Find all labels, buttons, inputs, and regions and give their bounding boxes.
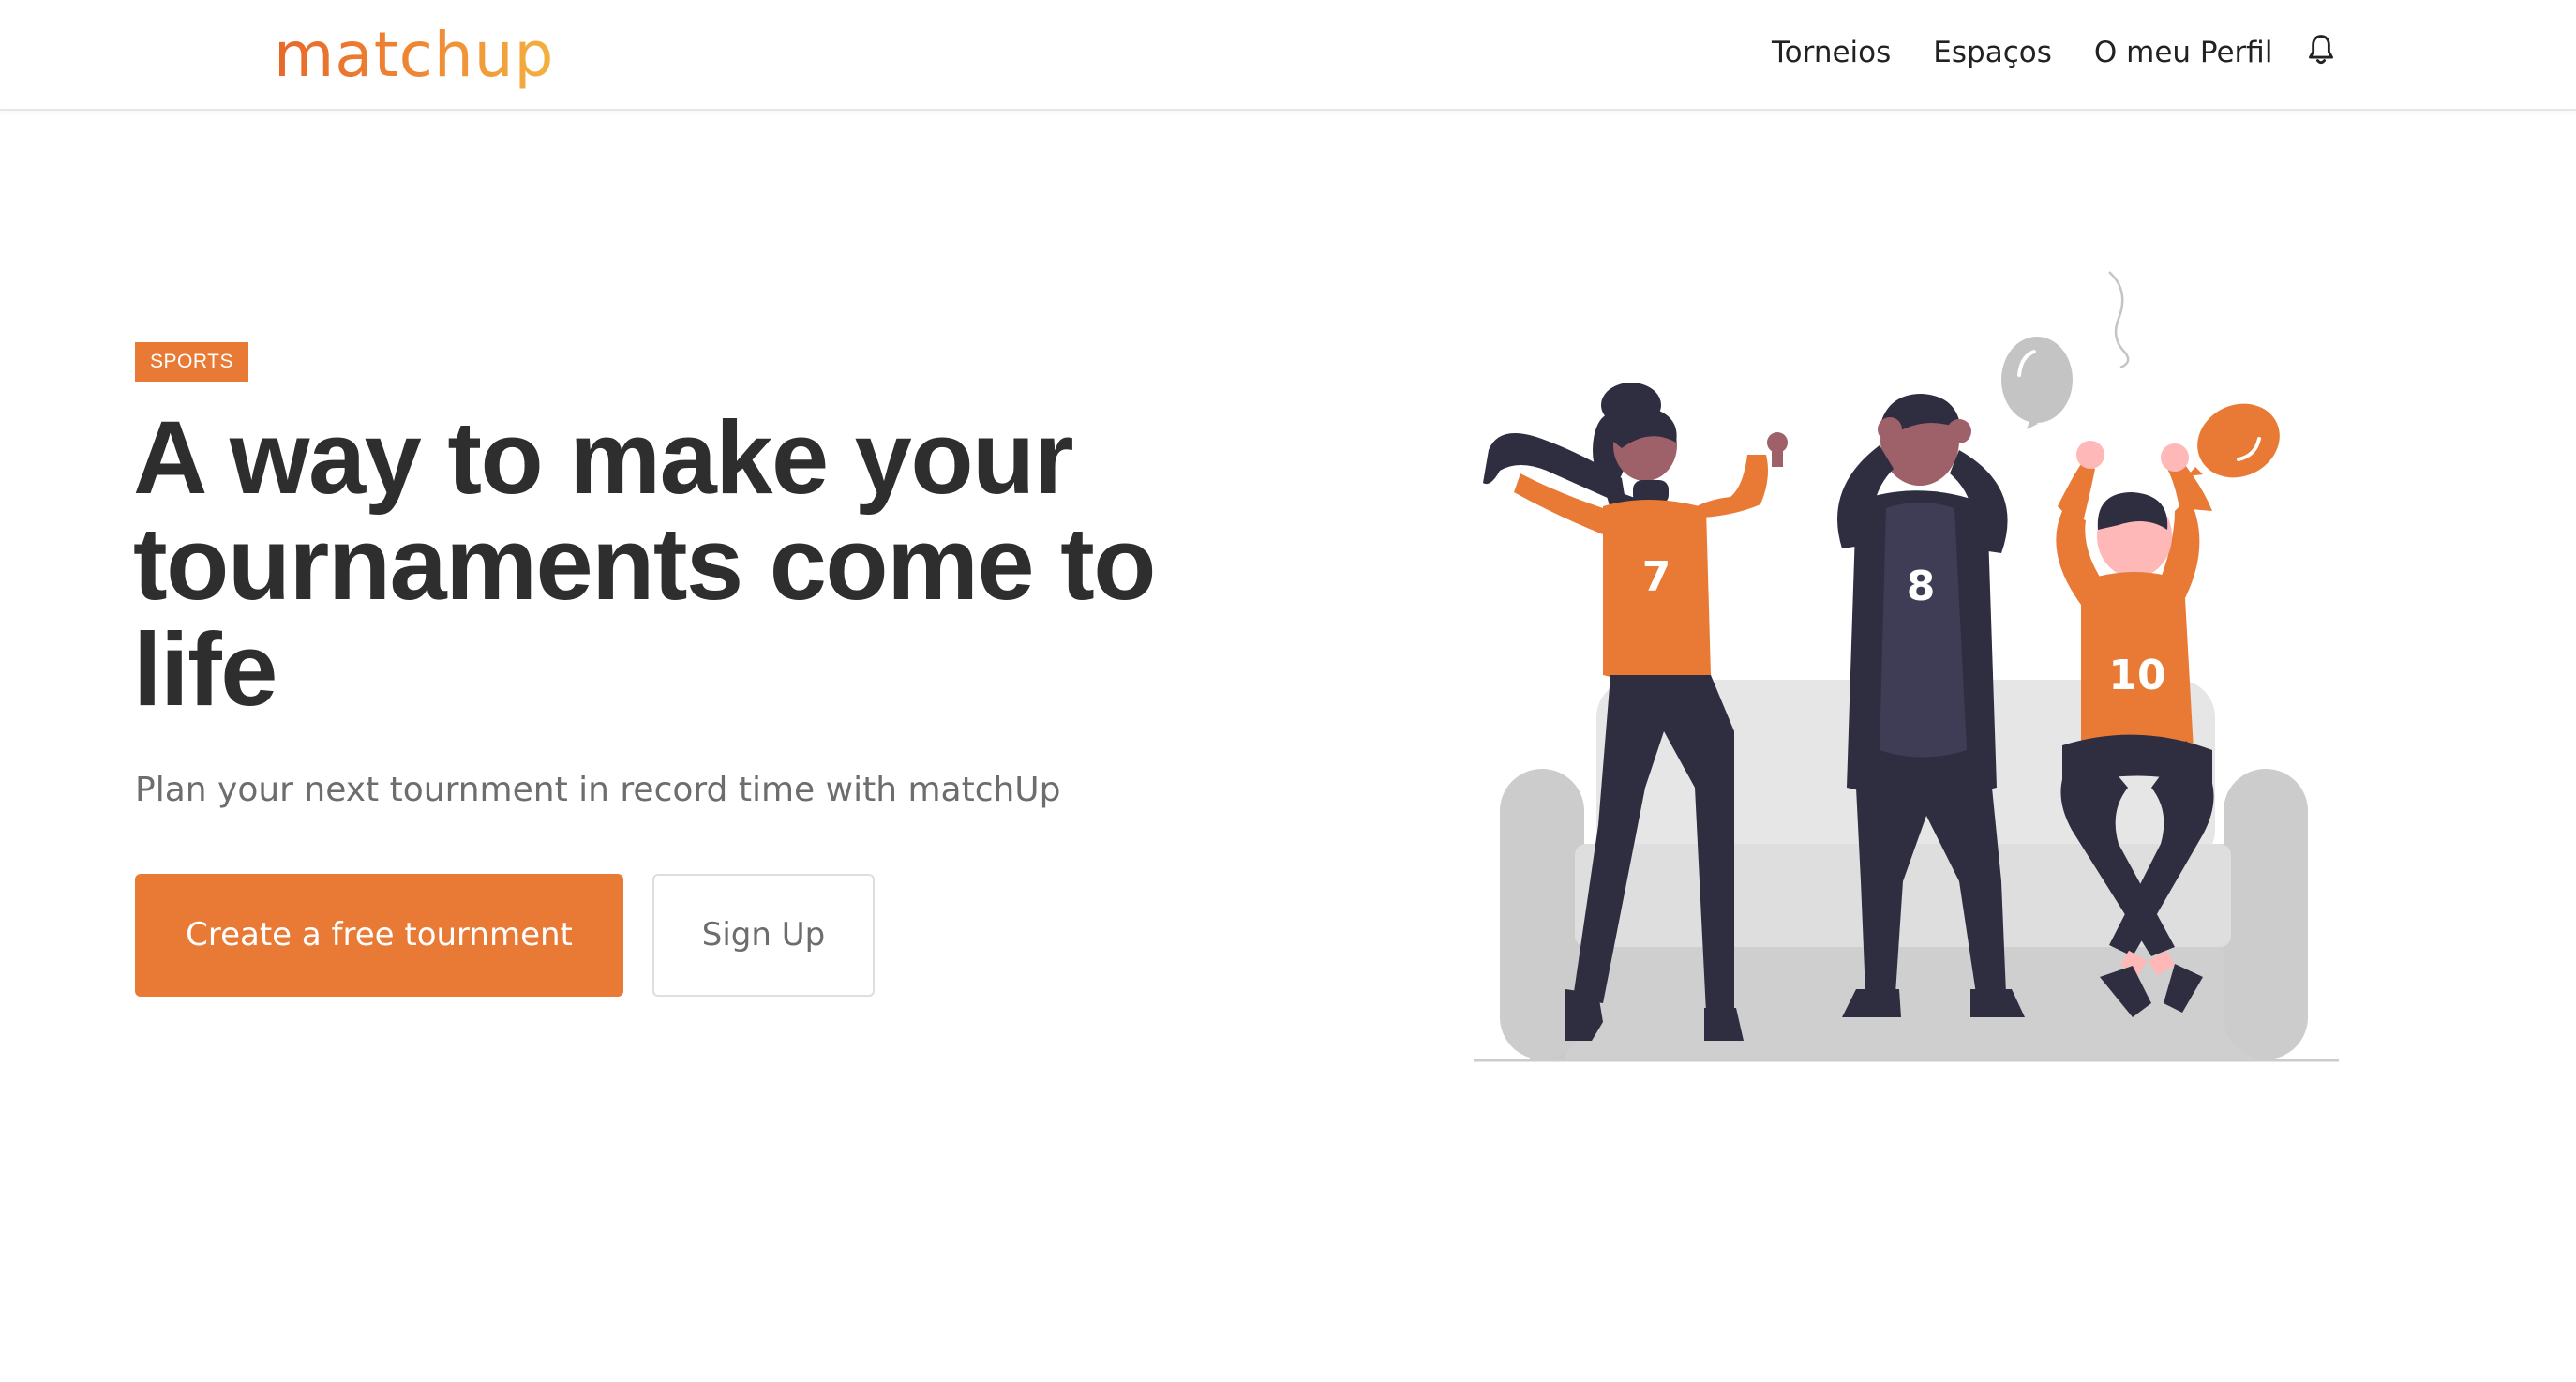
nav-link-torneios[interactable]: Torneios [1772, 36, 1891, 69]
headline-line-1: A way to make your [133, 400, 1074, 516]
hero-subtitle: Plan your next tournment in record time … [135, 771, 1061, 809]
headline-line-3: life [133, 612, 277, 728]
fans-celebrating-illustration: 7 8 10 [1474, 271, 2339, 1062]
sports-badge: SPORTS [135, 342, 248, 382]
orange-balloon [2187, 403, 2280, 478]
hero-headline: A way to make your tournaments come to l… [133, 405, 1221, 723]
bell-icon[interactable] [2306, 34, 2336, 68]
jersey-number-10: 10 [2108, 652, 2165, 699]
sign-up-button[interactable]: Sign Up [652, 874, 875, 997]
headline-line-2: tournaments come to [133, 506, 1156, 622]
jersey-number-8: 8 [1907, 563, 1936, 610]
nav-link-espacos[interactable]: Espaços [1933, 36, 2052, 69]
main-nav: Torneios Espaços O meu Perfil [1772, 28, 2314, 77]
nav-link-meu-perfil[interactable]: O meu Perfil [2094, 36, 2273, 69]
jersey-number-7: 7 [1642, 553, 1671, 601]
create-tournament-button[interactable]: Create a free tournment [135, 874, 623, 997]
top-navbar: matchup Torneios Espaços O meu Perfil [0, 0, 2576, 111]
grey-balloon [2001, 271, 2130, 429]
matchup-logo[interactable]: matchup [274, 13, 554, 98]
